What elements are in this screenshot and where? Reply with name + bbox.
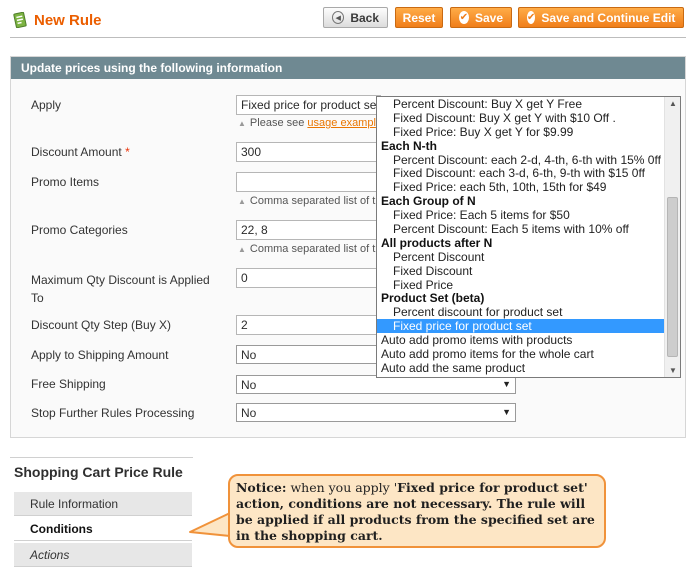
note-arrow-icon: ▲ bbox=[238, 197, 246, 206]
header-divider bbox=[10, 37, 686, 38]
sidebar-item-label: Rule Information bbox=[30, 497, 119, 511]
scroll-up-icon[interactable]: ▲ bbox=[669, 99, 677, 108]
notice-callout: Notice: when you apply 'Fixed price for … bbox=[228, 474, 606, 548]
back-label: Back bbox=[350, 10, 379, 25]
promo-categories-input[interactable]: 22, 8 bbox=[236, 220, 381, 240]
chevron-down-icon: ▼ bbox=[502, 407, 511, 417]
discount-amount-input[interactable]: 300 bbox=[236, 142, 381, 162]
discount-amount-label: Discount Amount * bbox=[31, 145, 130, 159]
apply-shipping-label: Apply to Shipping Amount bbox=[31, 348, 169, 362]
notice-text-1: when you apply ' bbox=[286, 480, 398, 495]
dropdown-option[interactable]: Auto add promo items for the whole cart bbox=[377, 347, 680, 361]
scrollbar-thumb[interactable] bbox=[667, 197, 678, 357]
note-arrow-icon: ▲ bbox=[238, 119, 246, 128]
apply-label: Apply bbox=[31, 98, 62, 112]
dropdown-options: Percent Discount: Buy X get Y Free Fixed … bbox=[377, 97, 680, 375]
apply-shipping-value: No bbox=[241, 348, 257, 362]
promo-categories-note-text: Comma separated list of th bbox=[249, 243, 382, 255]
promo-items-label: Promo Items bbox=[31, 175, 100, 189]
dropdown-group-label: Each Group of N bbox=[381, 194, 476, 209]
dropdown-option[interactable]: Fixed Discount bbox=[377, 264, 680, 278]
apply-note: ▲ Please see usage exampl bbox=[238, 117, 376, 129]
callout-pointer bbox=[189, 512, 232, 537]
sidebar-item-actions[interactable]: Actions bbox=[14, 543, 192, 567]
scroll-down-icon[interactable]: ▼ bbox=[669, 366, 677, 375]
usage-example-link[interactable]: usage exampl bbox=[307, 117, 376, 129]
promo-categories-note: ▲ Comma separated list of th bbox=[238, 243, 381, 255]
max-qty-label: Maximum Qty Discount is Applied To bbox=[31, 271, 210, 307]
stop-rules-select[interactable]: No ▼ bbox=[236, 403, 516, 422]
back-arrow-icon: ◀ bbox=[332, 11, 345, 24]
sidebar-item-label: Conditions bbox=[30, 522, 93, 536]
promo-items-input[interactable] bbox=[236, 172, 381, 192]
dropdown-group-label: Each N-th bbox=[381, 138, 438, 153]
rule-icon bbox=[13, 12, 27, 28]
page-header: New Rule bbox=[12, 9, 102, 31]
free-shipping-label: Free Shipping bbox=[31, 377, 106, 391]
max-qty-input[interactable]: 0 bbox=[236, 268, 381, 288]
dropdown-option[interactable]: Fixed Price: Buy X get Y for $9.99 bbox=[377, 125, 680, 139]
max-qty-label-line1: Maximum Qty Discount is Applied bbox=[31, 273, 210, 287]
dropdown-option[interactable]: Fixed Discount: each 3-d, 6-th, 9-th wit… bbox=[377, 166, 680, 181]
save-continue-label: Save and Continue Edit bbox=[541, 10, 676, 25]
dropdown-option[interactable]: Fixed Price: each 5th, 10th, 15th for $4… bbox=[377, 180, 680, 194]
required-mark: * bbox=[125, 145, 130, 159]
stop-rules-label: Stop Further Rules Processing bbox=[31, 406, 195, 420]
promo-items-note: ▲ Comma separated list of th bbox=[238, 195, 381, 207]
apply-select[interactable]: Fixed price for product set bbox=[236, 95, 381, 115]
dropdown-option[interactable]: Fixed Price bbox=[377, 278, 680, 292]
check-icon: ✔ bbox=[459, 11, 469, 24]
page-title: New Rule bbox=[34, 11, 102, 29]
stop-rules-value: No bbox=[241, 406, 257, 420]
dropdown-group-label: Product Set (beta) bbox=[381, 291, 485, 306]
notice-highlight: Fixed price for product set bbox=[397, 480, 584, 495]
apply-note-text: Please see bbox=[249, 117, 305, 129]
dropdown-option[interactable]: Percent Discount: Each 5 items with 10% … bbox=[377, 222, 680, 236]
dropdown-scrollbar[interactable]: ▲ ▼ bbox=[664, 97, 680, 377]
sidebar-item-conditions[interactable]: Conditions bbox=[14, 517, 192, 541]
apply-shipping-select[interactable]: No bbox=[236, 345, 381, 364]
dropdown-option[interactable]: Percent discount for product set bbox=[377, 305, 680, 319]
save-label: Save bbox=[474, 10, 503, 25]
dropdown-option[interactable]: Auto add the same product bbox=[377, 361, 680, 375]
dropdown-option[interactable]: Auto add promo items with products bbox=[377, 333, 680, 347]
discount-amount-label-text: Discount Amount bbox=[31, 145, 122, 159]
discount-qty-step-label: Discount Qty Step (Buy X) bbox=[31, 318, 172, 332]
note-arrow-icon: ▲ bbox=[238, 245, 246, 254]
sidebar-item-label: Actions bbox=[30, 548, 70, 562]
promo-categories-label: Promo Categories bbox=[31, 223, 128, 237]
sidebar-title: Shopping Cart Price Rule bbox=[14, 464, 183, 480]
dropdown-option[interactable]: Fixed Price: Each 5 items for $50 bbox=[377, 208, 680, 222]
dropdown-option[interactable]: Percent Discount: Buy X get Y Free bbox=[377, 97, 680, 111]
sidebar-divider bbox=[10, 457, 193, 458]
discount-qty-step-input[interactable]: 2 bbox=[236, 315, 381, 335]
max-qty-label-line2: To bbox=[31, 291, 44, 305]
dropdown-option[interactable]: Percent Discount bbox=[377, 250, 680, 264]
check-icon: ✔ bbox=[527, 11, 536, 24]
dropdown-option[interactable]: Percent Discount: each 2-d, 4-th, 6-th w… bbox=[377, 153, 680, 167]
reset-button[interactable]: Reset bbox=[395, 7, 443, 28]
fieldset-title: Update prices using the following inform… bbox=[11, 57, 685, 79]
chevron-down-icon: ▼ bbox=[502, 379, 511, 389]
dropdown-option[interactable]: Fixed Discount: Buy X get Y with $10 Off… bbox=[377, 111, 680, 125]
apply-dropdown-list[interactable]: Percent Discount: Buy X get Y Free Fixed … bbox=[376, 96, 681, 378]
notice-heading: Notice: bbox=[236, 480, 287, 495]
dropdown-group-label: All products after N bbox=[381, 235, 493, 250]
save-button[interactable]: ✔ Save bbox=[450, 7, 512, 28]
promo-items-note-text: Comma separated list of th bbox=[249, 195, 382, 207]
save-continue-button[interactable]: ✔ Save and Continue Edit bbox=[518, 7, 684, 28]
dropdown-option[interactable]: Fixed price for product set bbox=[377, 319, 680, 333]
sidebar-item-rule-information[interactable]: Rule Information bbox=[14, 492, 192, 516]
reset-label: Reset bbox=[402, 10, 436, 25]
back-button[interactable]: ◀ Back bbox=[323, 7, 388, 28]
free-shipping-value: No bbox=[241, 378, 257, 392]
